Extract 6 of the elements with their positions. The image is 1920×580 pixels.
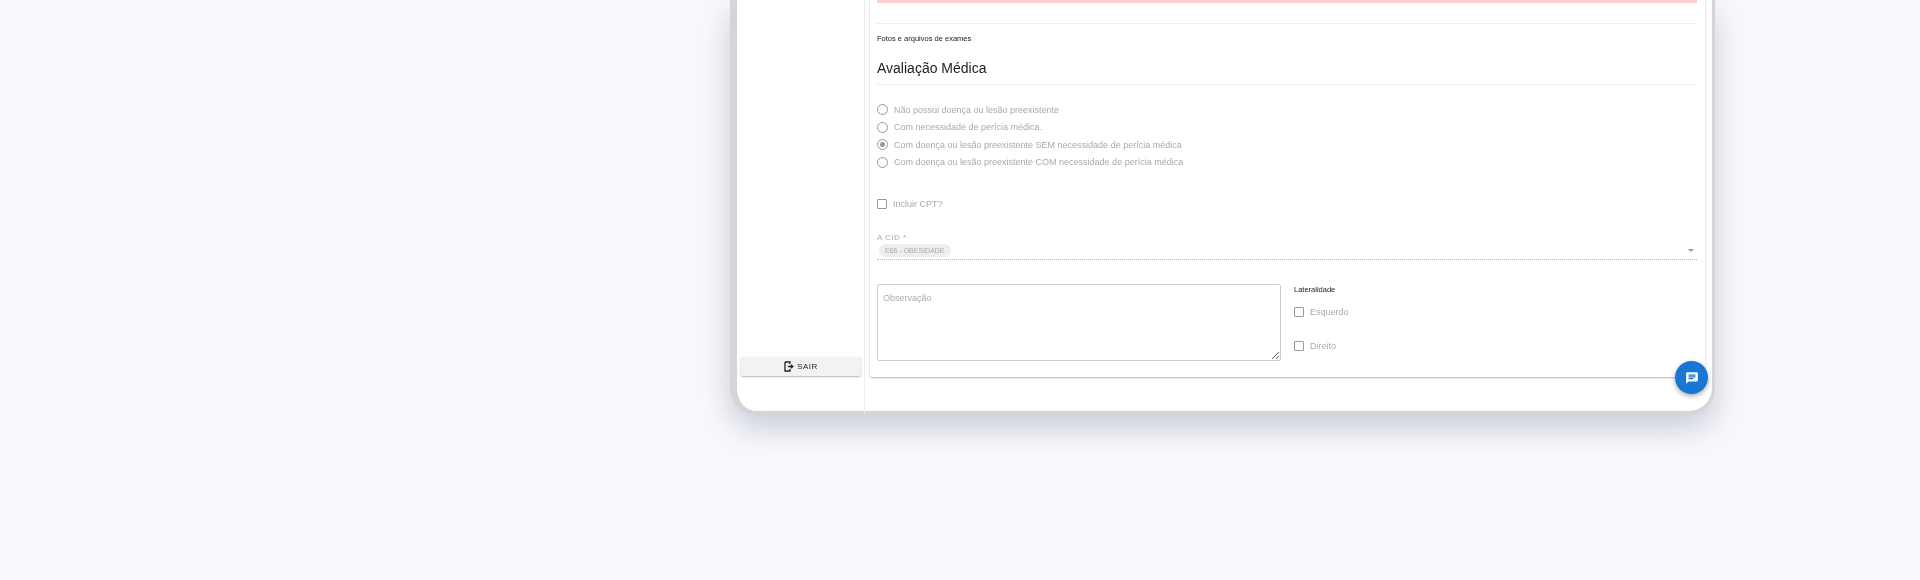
logout-icon	[784, 361, 795, 372]
section-title: Avaliação Médica	[877, 60, 988, 76]
logout-button[interactable]: SAIR	[741, 357, 861, 376]
chat-icon	[1684, 370, 1699, 385]
chat-button[interactable]	[1675, 361, 1708, 394]
field-label: A CID *	[877, 232, 908, 242]
